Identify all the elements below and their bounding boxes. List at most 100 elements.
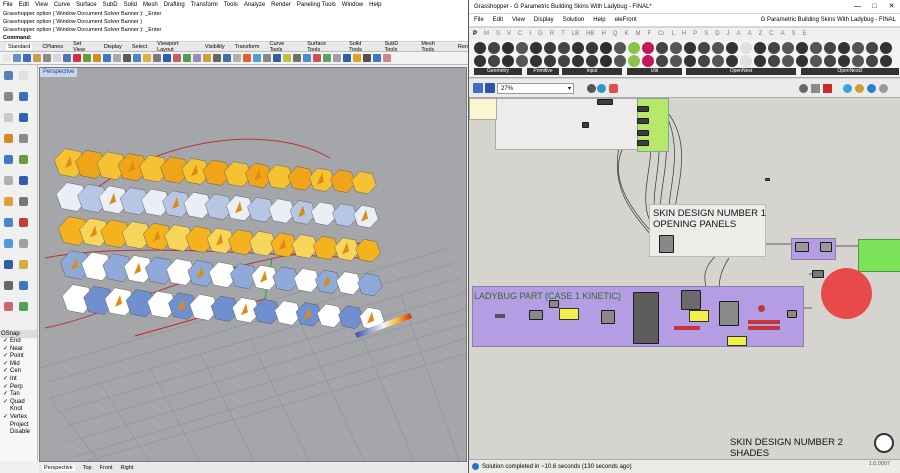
ribbon-icon-8-2[interactable] (572, 55, 584, 67)
gh-cat-tab-4[interactable]: V (507, 31, 511, 37)
preview-selected-icon[interactable] (823, 84, 832, 93)
top-comp-1[interactable] (637, 106, 649, 112)
maximize-icon[interactable]: □ (866, 0, 883, 13)
preview-icon[interactable] (597, 84, 606, 93)
osnap-checkbox-perp[interactable]: ✓ (3, 384, 8, 392)
toolbar-icon-11[interactable] (103, 54, 111, 62)
lb-red-slider-3[interactable] (748, 326, 780, 330)
toolbar-icon-33[interactable] (323, 54, 331, 62)
ribbon-icon-11-2[interactable] (614, 55, 626, 67)
view-tab-perspective[interactable]: Perspective (42, 465, 75, 471)
gh-canvas[interactable]: SKIN DESIGN NUMBER 1 OPENING PANELS LADY… (469, 98, 900, 460)
toolbar-icon-17[interactable] (163, 54, 171, 62)
top-comp-3[interactable] (637, 130, 649, 136)
gh-cat-tab-21[interactable]: S (704, 31, 708, 37)
preview-shaded-icon[interactable] (811, 84, 820, 93)
toolbar-icon-3[interactable] (23, 54, 31, 62)
rhino-menu-analyze[interactable]: Analyze (244, 2, 265, 8)
gh-menu-solution[interactable]: Solution (563, 17, 585, 23)
toolbar-tab-standard[interactable]: Standard (6, 44, 33, 50)
lb-comp-5[interactable] (719, 301, 739, 326)
left-tool-icon-9[interactable] (4, 155, 13, 164)
ribbon-icon-1-1[interactable] (474, 42, 486, 54)
left-tool-icon-2[interactable] (19, 71, 28, 80)
ribbon-icon-10-1[interactable] (600, 42, 612, 54)
ribbon-icon-6-2[interactable] (544, 55, 556, 67)
gh-cat-tab-11[interactable]: HB (586, 31, 594, 37)
view-tab-right[interactable]: Right (120, 465, 133, 471)
osnap-checkbox-vertex[interactable]: ✓ (3, 414, 8, 422)
gh-cat-tab-9[interactable]: T (561, 31, 565, 37)
ribbon-icon-13-1[interactable] (642, 42, 654, 54)
toolbar-tab-transform[interactable]: Transform (235, 44, 260, 50)
rhino-menu-surface[interactable]: Surface (76, 2, 97, 8)
toolbar-icon-22[interactable] (213, 54, 221, 62)
rhino-menu-subd[interactable]: SubD (103, 2, 118, 8)
osnap-int[interactable]: ✓ Int (0, 376, 37, 384)
red-warning-bubble[interactable] (821, 268, 872, 319)
ribbon-icon-20-2[interactable] (740, 55, 752, 67)
left-tool-icon-20[interactable] (19, 260, 28, 269)
osnap-cen[interactable]: ✓ Cen (0, 368, 37, 376)
ribbon-icon-27-1[interactable] (838, 42, 850, 54)
osnap-checkbox-cen[interactable]: ✓ (3, 368, 8, 376)
rhino-menu-view[interactable]: View (35, 2, 48, 8)
ribbon-section-util[interactable]: Util (627, 68, 682, 75)
ribbon-icon-9-2[interactable] (586, 55, 598, 67)
toolbar-tab-cplanes[interactable]: CPlanes (42, 44, 63, 50)
toolbar-icon-34[interactable] (333, 54, 341, 62)
ribbon-icon-13-2[interactable] (642, 55, 654, 67)
osnap-vertex[interactable]: ✓ Vertex (0, 414, 37, 422)
osnap-checkbox-near[interactable]: ✓ (3, 346, 8, 354)
ribbon-icon-24-1[interactable] (796, 42, 808, 54)
gh-cat-tab-3[interactable]: S (496, 31, 500, 37)
open-file-icon[interactable] (473, 83, 483, 93)
left-tool-icon-23[interactable] (4, 302, 13, 311)
top-panel[interactable] (469, 98, 497, 120)
ribbon-icon-17-1[interactable] (698, 42, 710, 54)
rhino-menu-tools[interactable]: Tools (224, 2, 238, 8)
ribbon-icon-21-1[interactable] (754, 42, 766, 54)
toolbar-icon-13[interactable] (123, 54, 131, 62)
left-tool-icon-21[interactable] (4, 281, 13, 290)
toolbar-icon-23[interactable] (223, 54, 231, 62)
ribbon-icon-14-2[interactable] (656, 55, 668, 67)
lb-slider[interactable] (495, 314, 505, 318)
solver-icon[interactable] (879, 84, 888, 93)
gh-cat-tab-26[interactable]: Z (759, 31, 763, 37)
rhino-menu-window[interactable]: Window (342, 2, 363, 8)
toolbar-icon-37[interactable] (363, 54, 371, 62)
ribbon-icon-12-1[interactable] (628, 42, 640, 54)
toolbar-icon-10[interactable] (93, 54, 101, 62)
ribbon-icon-23-1[interactable] (782, 42, 794, 54)
rhino-menu-help[interactable]: Help (369, 2, 381, 8)
toolbar-tab-ren[interactable]: Ren (458, 44, 468, 50)
toolbar-icon-38[interactable] (373, 54, 381, 62)
ribbon-icon-1-2[interactable] (474, 55, 486, 67)
gh-cat-tab-24[interactable]: A (737, 31, 741, 37)
toolbar-icon-9[interactable] (83, 54, 91, 62)
left-tool-icon-10[interactable] (19, 155, 28, 164)
gh-cat-tab-1[interactable]: P (473, 31, 477, 37)
gh-cat-tab-28[interactable]: A (781, 31, 785, 37)
osnap-checkbox-end[interactable]: ✓ (3, 338, 8, 346)
osnap-disable[interactable]: Disable (0, 429, 37, 437)
osnap-knot[interactable]: Knot (0, 406, 37, 414)
sketch-icon[interactable] (587, 84, 596, 93)
view-tab-top[interactable]: Top (83, 465, 92, 471)
toolbar-tab-visibility[interactable]: Visibility (205, 44, 225, 50)
lb-comp-2[interactable] (549, 300, 559, 308)
ribbon-icon-18-1[interactable] (712, 42, 724, 54)
close-icon[interactable]: ✕ (883, 0, 900, 13)
gh-cat-tab-16[interactable]: F (647, 31, 651, 37)
gh-cat-tab-25[interactable]: A (748, 31, 752, 37)
gh-cat-tab-30[interactable]: E (803, 31, 807, 37)
toolbar-icon-36[interactable] (353, 54, 361, 62)
left-tool-icon-15[interactable] (4, 218, 13, 227)
ribbon-icon-5-2[interactable] (530, 55, 542, 67)
left-tool-icon-19[interactable] (4, 260, 13, 269)
osnap-quad[interactable]: ✓ Quad (0, 399, 37, 407)
gh-cat-tab-10[interactable]: LB (572, 31, 579, 37)
gh-cat-tab-14[interactable]: K (624, 31, 628, 37)
ribbon-icon-9-1[interactable] (586, 42, 598, 54)
